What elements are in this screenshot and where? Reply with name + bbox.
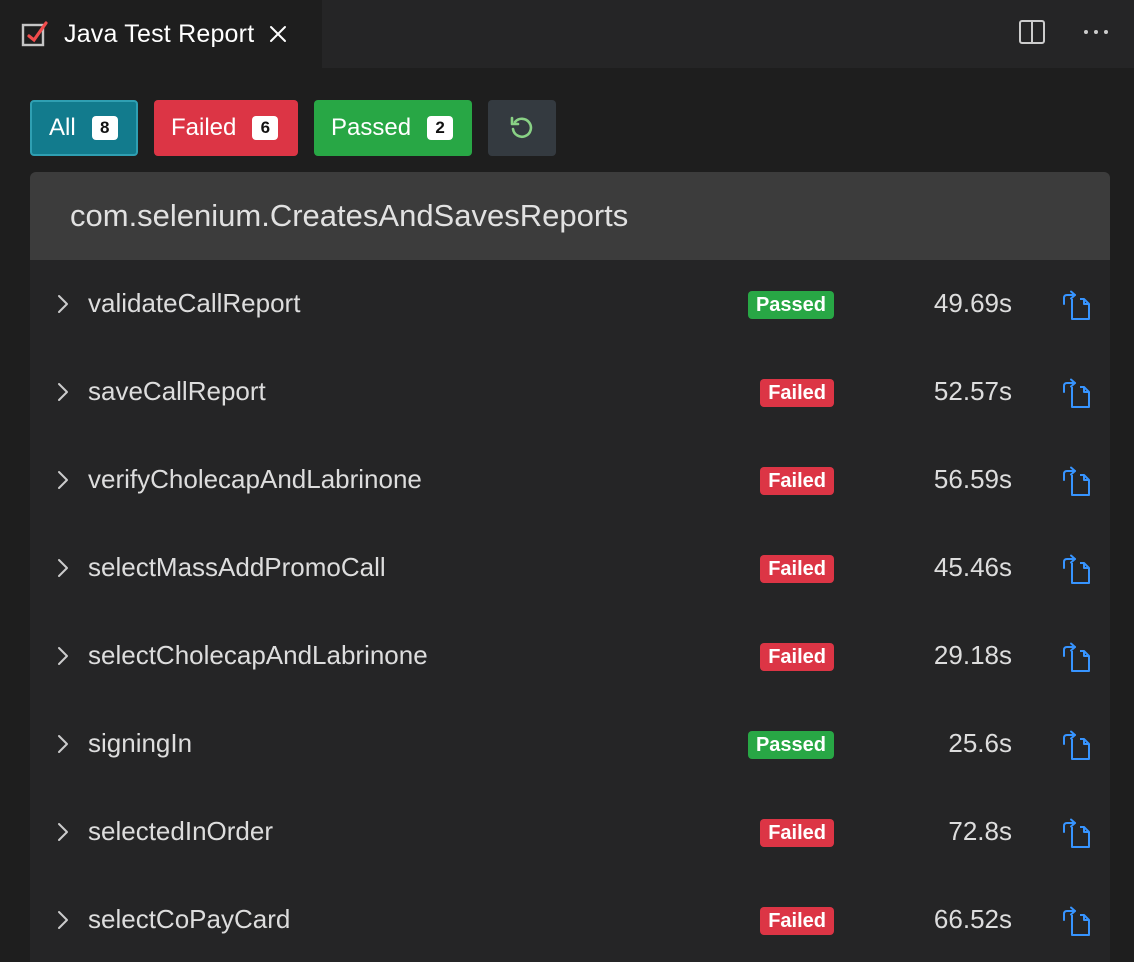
go-to-file-icon[interactable] xyxy=(1060,378,1092,410)
test-name: saveCallReport xyxy=(88,376,266,406)
go-to-file-icon[interactable] xyxy=(1060,466,1092,498)
test-name: validateCallReport xyxy=(88,288,301,318)
test-name: selectMassAddPromoCall xyxy=(88,552,386,582)
go-to-file-icon[interactable] xyxy=(1060,554,1092,586)
test-duration: 56.59s xyxy=(933,464,1012,494)
test-name: selectedInOrder xyxy=(88,816,273,846)
test-name: selectCoPayCard xyxy=(88,904,291,934)
status-badge: Passed xyxy=(747,731,834,759)
chevron-right-icon[interactable] xyxy=(56,821,70,843)
test-row[interactable]: selectMassAddPromoCall Failed 45.46s xyxy=(30,524,1110,612)
chevron-right-icon[interactable] xyxy=(56,733,70,755)
split-editor-icon[interactable] xyxy=(1018,18,1046,46)
go-to-file-icon[interactable] xyxy=(1060,642,1092,674)
status-badge: Failed xyxy=(760,379,834,407)
filter-passed-button[interactable]: Passed 2 xyxy=(314,100,472,156)
tab-title: Java Test Report xyxy=(64,19,255,48)
test-duration: 25.6s xyxy=(948,728,1012,758)
status-badge: Failed xyxy=(760,643,834,671)
status-badge: Failed xyxy=(760,467,834,495)
test-row[interactable]: verifyCholecapAndLabrinone Failed 56.59s xyxy=(30,436,1110,524)
go-to-file-icon[interactable] xyxy=(1060,818,1092,850)
chevron-right-icon[interactable] xyxy=(56,469,70,491)
test-duration: 66.52s xyxy=(933,904,1012,934)
filter-all-label: All xyxy=(49,114,76,141)
status-badge: Failed xyxy=(760,907,834,935)
chevron-right-icon[interactable] xyxy=(56,381,70,403)
chevron-right-icon[interactable] xyxy=(56,293,70,315)
test-name: verifyCholecapAndLabrinone xyxy=(88,464,422,494)
test-duration: 49.69s xyxy=(933,288,1012,318)
test-name: selectCholecapAndLabrinone xyxy=(88,640,428,670)
test-row[interactable]: validateCallReport Passed 49.69s xyxy=(30,260,1110,348)
filter-bar: All 8 Failed 6 Passed 2 xyxy=(30,100,556,156)
filter-failed-count: 6 xyxy=(252,116,279,140)
test-row[interactable]: selectCoPayCard Failed 66.52s xyxy=(30,876,1110,962)
test-row[interactable]: saveCallReport Failed 52.57s xyxy=(30,348,1110,436)
test-duration: 52.57s xyxy=(933,376,1012,406)
test-report-icon xyxy=(21,21,48,47)
test-duration: 45.46s xyxy=(933,552,1012,582)
filter-all-button[interactable]: All 8 xyxy=(30,100,138,156)
go-to-file-icon[interactable] xyxy=(1060,730,1092,762)
filter-passed-label: Passed xyxy=(331,114,412,141)
go-to-file-icon[interactable] xyxy=(1060,290,1092,322)
chevron-right-icon[interactable] xyxy=(56,645,70,667)
filter-all-count: 8 xyxy=(91,116,118,140)
editor-tab-bar: Java Test Report xyxy=(0,0,1134,68)
filter-failed-label: Failed xyxy=(171,114,237,141)
more-actions-icon[interactable] xyxy=(1082,18,1110,46)
filter-failed-button[interactable]: Failed 6 xyxy=(154,100,298,156)
status-badge: Failed xyxy=(760,819,834,847)
chevron-right-icon[interactable] xyxy=(56,909,70,931)
test-suite-panel: com.selenium.CreatesAndSavesReports vali… xyxy=(30,172,1110,962)
suite-name: com.selenium.CreatesAndSavesReports xyxy=(30,172,1110,260)
test-duration: 72.8s xyxy=(948,816,1012,846)
test-row[interactable]: signingIn Passed 25.6s xyxy=(30,700,1110,788)
test-name: signingIn xyxy=(88,728,193,758)
go-to-file-icon[interactable] xyxy=(1060,906,1092,938)
tab-java-test-report[interactable]: Java Test Report xyxy=(0,0,322,68)
refresh-icon xyxy=(510,116,533,139)
test-duration: 29.18s xyxy=(933,640,1012,670)
close-icon[interactable] xyxy=(268,24,288,44)
filter-passed-count: 2 xyxy=(427,116,454,140)
chevron-right-icon[interactable] xyxy=(56,557,70,579)
status-badge: Passed xyxy=(747,291,834,319)
test-row[interactable]: selectedInOrder Failed 72.8s xyxy=(30,788,1110,876)
refresh-button[interactable] xyxy=(488,100,556,156)
status-badge: Failed xyxy=(760,555,834,583)
test-row[interactable]: selectCholecapAndLabrinone Failed 29.18s xyxy=(30,612,1110,700)
